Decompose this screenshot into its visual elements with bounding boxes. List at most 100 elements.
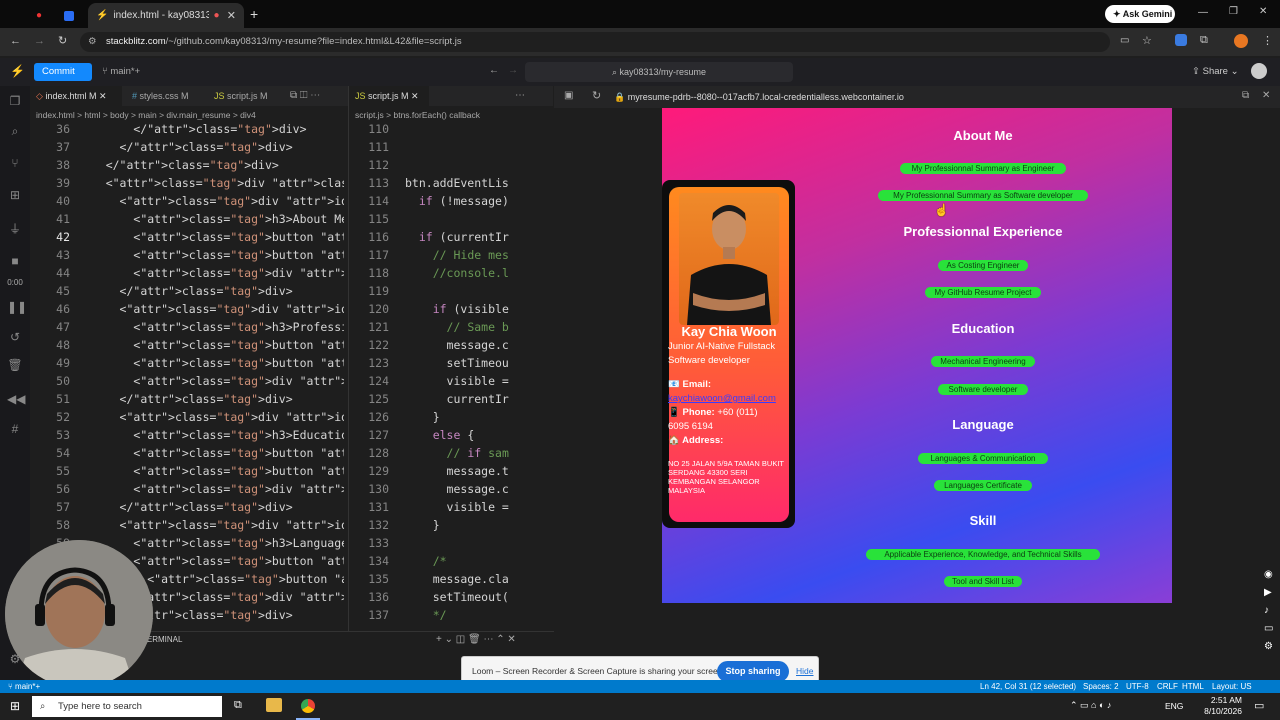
minimize-icon[interactable]: — — [1198, 7, 1208, 18]
code-line[interactable]: <"attr">class="tag">div "attr">id="conte… — [78, 410, 344, 424]
code-line[interactable]: <"attr">class="tag">div "attr">id="conte… — [78, 194, 344, 208]
code-line[interactable]: <"attr">class="tag">button "attr">class=… — [78, 248, 344, 262]
code-line[interactable]: } — [405, 410, 549, 424]
code-line[interactable]: setTimeout( — [405, 590, 549, 604]
settings-icon[interactable]: ⚙ — [1264, 638, 1278, 656]
code-line[interactable]: // if sam — [405, 446, 549, 460]
url-field[interactable]: ⚙ stackblitz.com/~/github.com/kay08313/m… — [80, 32, 1110, 52]
code-line[interactable]: */ — [405, 608, 549, 622]
notifications-icon[interactable]: ▭ — [1254, 699, 1264, 712]
code-line[interactable]: if (visible — [405, 302, 549, 316]
code-line[interactable]: <"attr">class="tag">button "attr">class=… — [78, 446, 344, 460]
preview-url[interactable]: 🔒 myresume-pdrb--8080--017acfb7.local-cr… — [614, 89, 1204, 105]
user-avatar[interactable] — [1251, 63, 1267, 79]
plug-icon[interactable]: ⏚ — [7, 220, 23, 236]
code-line[interactable]: } — [405, 518, 549, 532]
code-line[interactable]: visible = — [405, 500, 549, 514]
browser-tab-active[interactable]: ⚡ index.html - kay08313/my- ● ✕ — [88, 3, 244, 28]
code-line[interactable]: <"attr">class="tag">button "attr">class=… — [78, 464, 344, 478]
status-eol[interactable]: CRLF — [1157, 680, 1178, 693]
btn-tool-skill-list[interactable]: Tool and Skill List — [944, 576, 1022, 587]
tab-styles-css[interactable]: # styles.css M — [126, 86, 198, 106]
btn-technical-skills[interactable]: Applicable Experience, Knowledge, and Te… — [866, 549, 1100, 560]
pinned-tab-icon[interactable] — [58, 3, 80, 28]
stackblitz-logo-icon[interactable]: ⚡ — [10, 64, 25, 78]
nav-forward-icon[interactable]: → — [508, 65, 518, 76]
task-view-icon[interactable]: ⧉ — [234, 699, 242, 712]
forward-icon[interactable]: → — [34, 35, 45, 47]
code-line[interactable]: </"attr">class="tag">div> — [78, 122, 344, 136]
grid-icon[interactable]: # — [7, 422, 23, 438]
browser-menu-icon[interactable]: ⋮ — [1262, 34, 1273, 47]
code-line[interactable]: //console.l — [405, 266, 549, 280]
btn-summary-engineer[interactable]: My Professionnal Summary as Engineer — [900, 163, 1066, 174]
share-button[interactable]: ⇪ Share ⌄ — [1192, 66, 1239, 77]
code-line[interactable]: </"attr">class="tag">div> — [78, 158, 344, 172]
chrome-taskbar-button[interactable] — [296, 693, 320, 720]
new-tab-icon[interactable]: + — [250, 6, 258, 22]
code-line[interactable]: <"attr">class="tag">h3>Professionnal Exp — [78, 320, 344, 334]
more-actions-icon[interactable]: ⋯ — [515, 90, 525, 101]
btn-costing-engineer[interactable]: As Costing Engineer — [938, 260, 1028, 271]
status-encoding[interactable]: UTF-8 — [1126, 680, 1149, 693]
code-line[interactable]: currentIr — [405, 392, 549, 406]
code-line[interactable]: <"attr">class="tag">h3>Education</"attr"… — [78, 428, 344, 442]
maximize-icon[interactable]: ❐ — [1229, 6, 1238, 17]
video-icon[interactable]: ▶ — [1264, 584, 1278, 602]
record-stop-icon[interactable]: ■ — [7, 254, 23, 270]
search-icon[interactable]: ⌕ — [7, 124, 23, 140]
hide-link[interactable]: Hide — [796, 666, 813, 676]
close-tab-icon[interactable]: ✕ — [227, 9, 236, 22]
code-line[interactable]: </"attr">class="tag">div> — [78, 500, 344, 514]
bookmark-star-icon[interactable]: ☆ — [1142, 34, 1152, 47]
close-window-icon[interactable]: ✕ — [1259, 6, 1267, 17]
profile-avatar[interactable] — [1234, 34, 1248, 48]
tab-script-js-2[interactable]: JS script.js M ✕ — [349, 86, 429, 106]
code-line[interactable]: </"attr">class="tag">div> — [78, 140, 344, 154]
restart-icon[interactable]: ↺ — [7, 330, 23, 346]
reload-icon[interactable]: ↻ — [58, 34, 67, 47]
status-branch[interactable]: ⑂ main*+ — [8, 680, 40, 693]
code-line[interactable]: <"attr">class="tag">button "attr">class=… — [78, 356, 344, 370]
code-line[interactable]: // Hide mes — [405, 248, 549, 262]
btn-languages-certificate[interactable]: Languages Certificate — [934, 480, 1032, 491]
source-control-icon[interactable]: ⑂ — [7, 156, 23, 172]
code-line[interactable]: <"attr">class="tag">div "attr">class="ma… — [78, 176, 344, 190]
close-preview-icon[interactable]: ✕ — [1262, 90, 1270, 101]
code-line[interactable]: if (!message) — [405, 194, 549, 208]
taskbar-clock[interactable]: 2:51 AM — [1206, 695, 1242, 705]
camera-icon[interactable]: ◉ — [1264, 566, 1278, 584]
pause-icon[interactable]: ❚❚ — [7, 300, 27, 316]
preview-panel-icon[interactable]: ▣ — [564, 90, 573, 101]
terminal-actions-icon[interactable]: + ⌄ ◫ 🗑 ⋯ ⌃ ✕ — [436, 634, 516, 645]
file-explorer-icon[interactable] — [266, 698, 282, 712]
trash-icon[interactable]: 🗑 — [7, 358, 23, 374]
status-cursor-position[interactable]: Ln 42, Col 31 (12 selected) — [980, 680, 1076, 693]
windows-start-icon[interactable]: ⊞ — [10, 699, 20, 713]
status-language[interactable]: HTML — [1182, 680, 1204, 693]
tab-index-html[interactable]: ◇ index.html M ✕ — [30, 86, 122, 106]
code-line[interactable]: <"attr">class="tag">h3>Language</"attr">… — [78, 536, 344, 550]
project-search[interactable]: ⌕ kay08313/my-resume — [525, 62, 793, 82]
code-line[interactable]: <"attr">class="tag">div "attr">class="me… — [78, 374, 344, 388]
code-line[interactable]: <"attr">class="tag">div "attr">id="conte… — [78, 518, 344, 532]
code-line[interactable]: message.c — [405, 482, 549, 496]
tray-icons[interactable]: ⌃ ▭ ⌂ ◐ ♪ — [1070, 700, 1111, 711]
btn-software-developer[interactable]: Software developer — [938, 384, 1028, 395]
recording-tab-icon[interactable]: ● — [30, 3, 50, 28]
webcam-bubble[interactable] — [5, 540, 153, 688]
stop-sharing-button[interactable]: Stop sharing — [717, 661, 789, 682]
code-line[interactable]: if (currentIr — [405, 230, 549, 244]
email-link[interactable]: kaychiawoon@gmail.com — [668, 393, 796, 405]
code-line[interactable]: message.cla — [405, 572, 549, 586]
extensions-puzzle-icon[interactable]: ⧉ — [1200, 34, 1208, 47]
commit-button[interactable]: Commit ⌄ — [34, 63, 92, 95]
screen-icon[interactable]: ▭ — [1264, 620, 1278, 638]
code-line[interactable]: <"attr">class="tag">h3>About Me</"attr">… — [78, 212, 344, 226]
code-line[interactable]: <"attr">class="tag">div "attr">class="me… — [78, 482, 344, 496]
btn-summary-developer[interactable]: My Professionnal Summary as Software dev… — [878, 190, 1088, 201]
btn-mechanical-engineering[interactable]: Mechanical Engineering — [931, 356, 1035, 367]
rewind-icon[interactable]: ◀◀ — [7, 392, 25, 408]
split-editor-icon[interactable]: ⧉ ◫ ⋯ — [290, 90, 320, 101]
language-indicator[interactable]: ENG — [1165, 701, 1183, 711]
